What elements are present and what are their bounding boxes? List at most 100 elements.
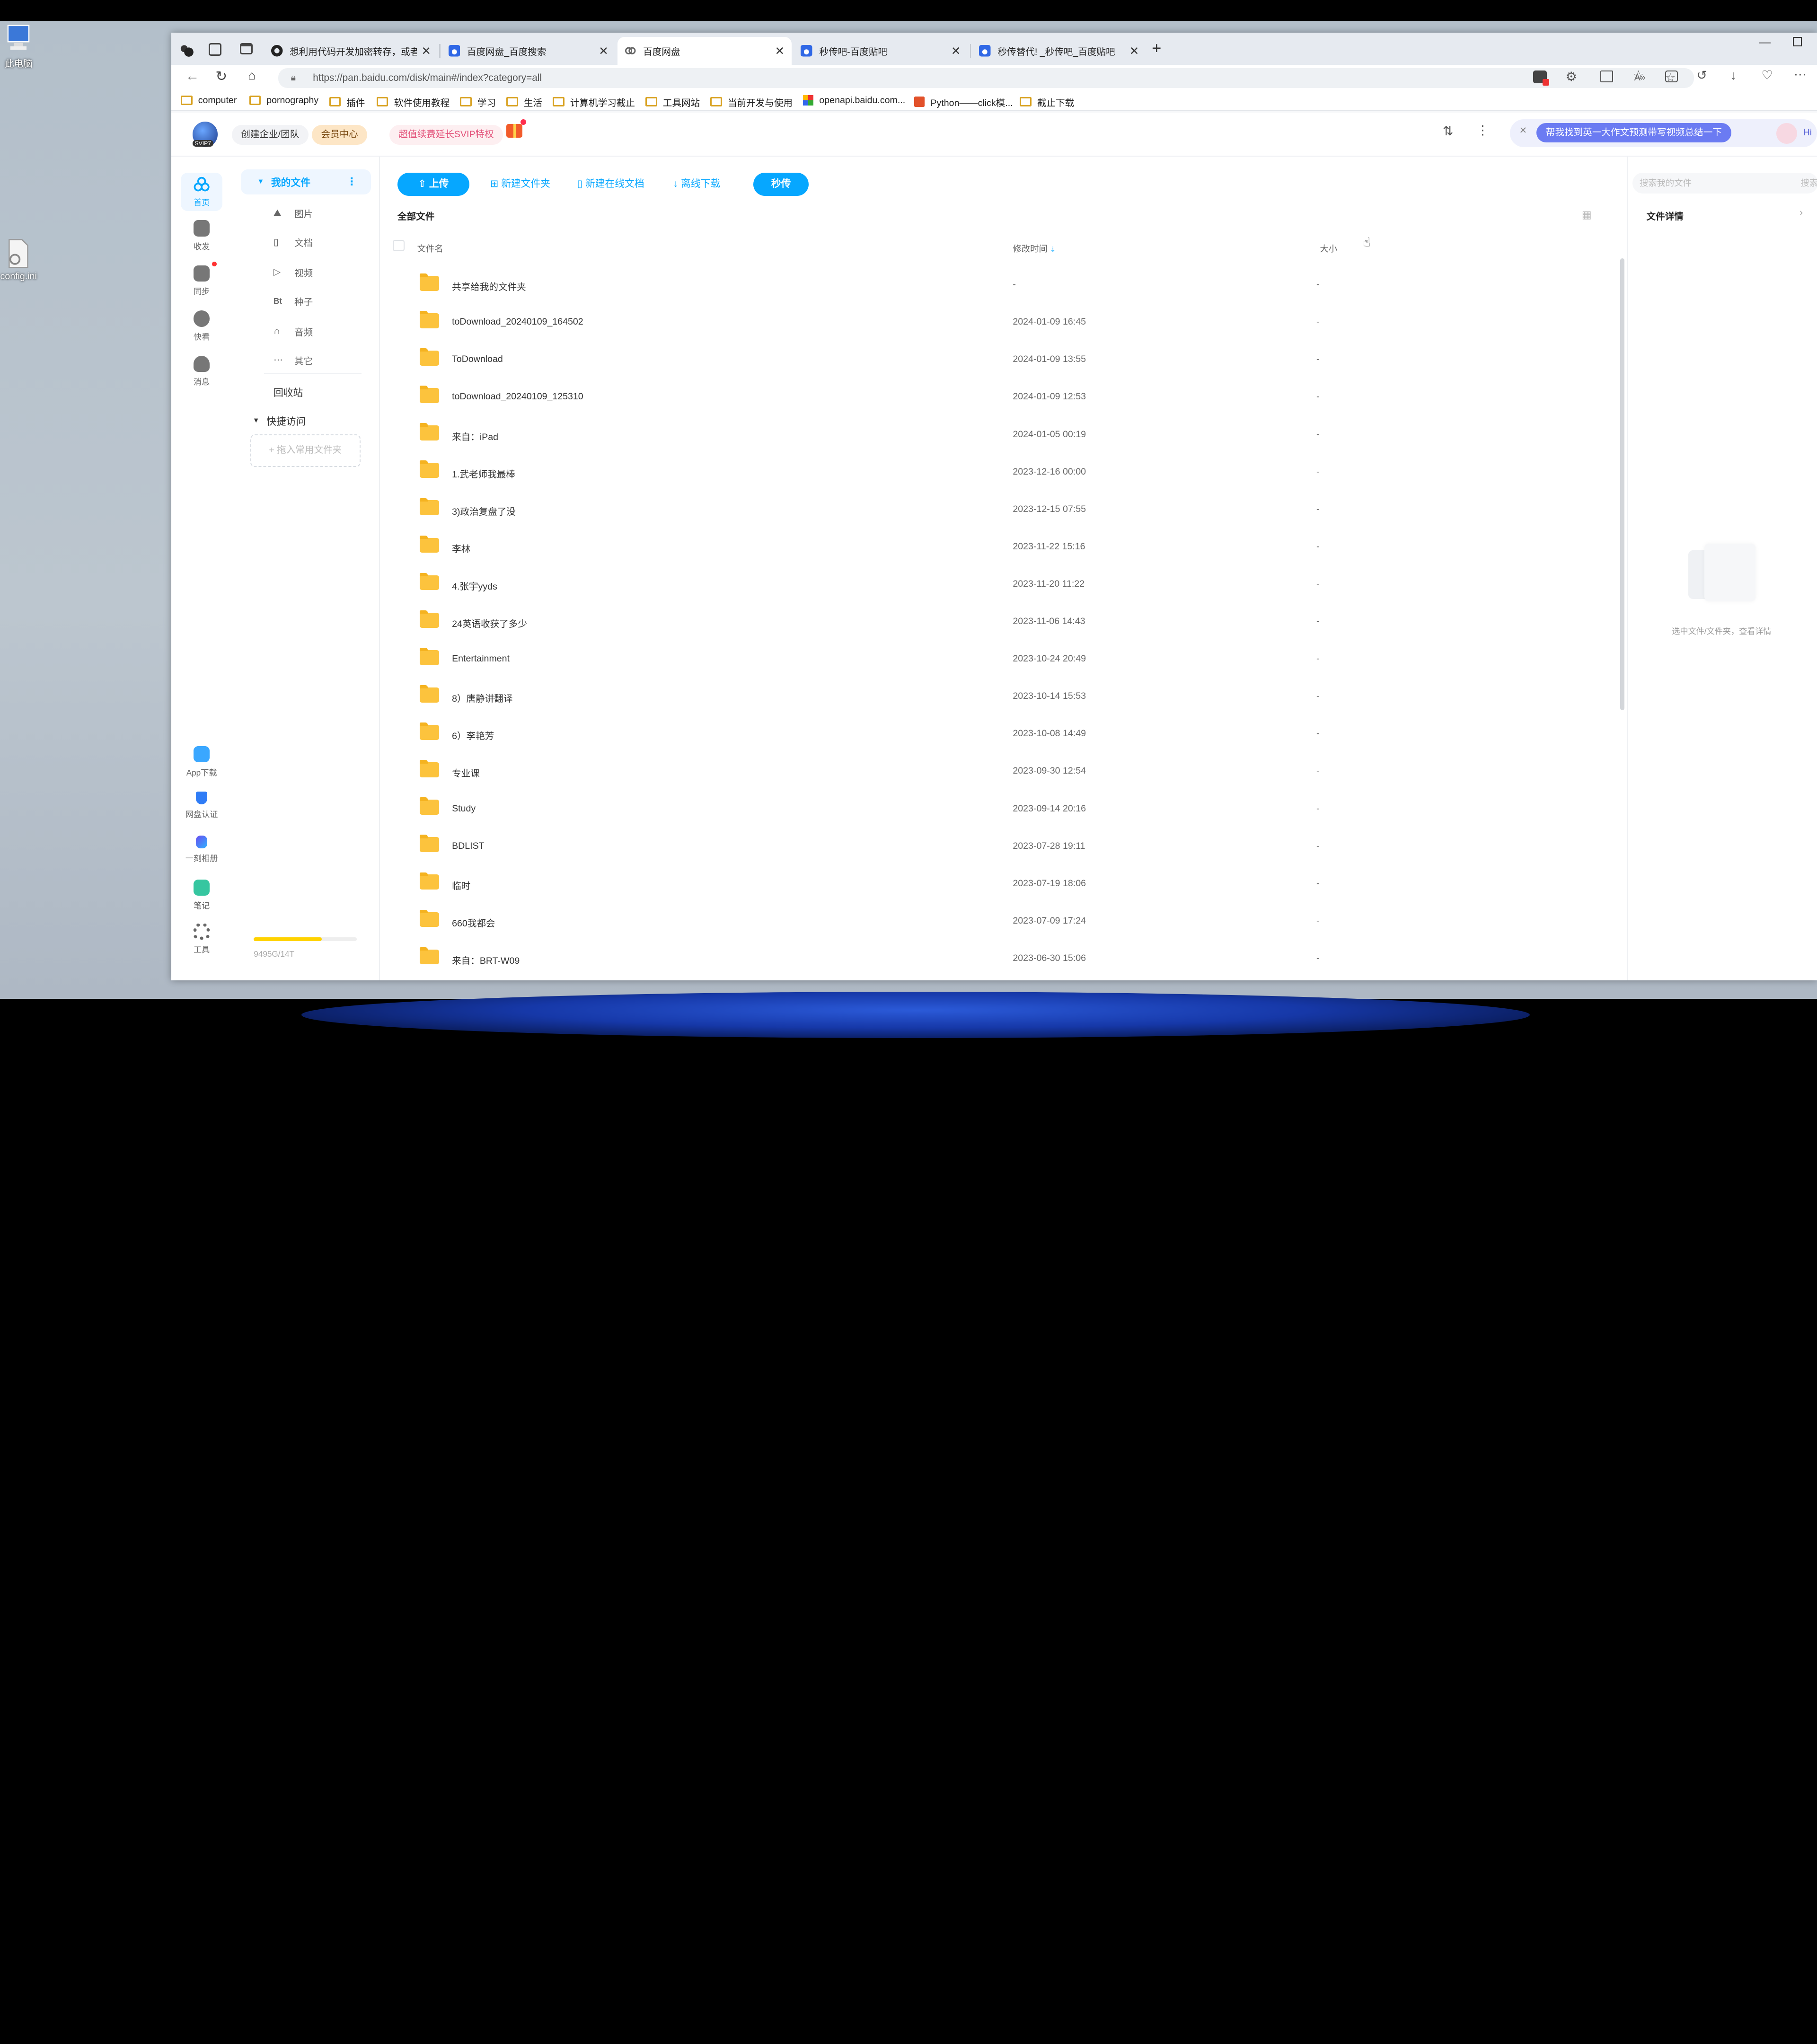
create-team-button[interactable]: 创建企业/团队 [231,125,309,145]
scrollbar[interactable] [1620,258,1625,711]
tab-tieba[interactable]: 秒传吧-百度贴吧 ✕ [794,37,968,65]
rail-transfer[interactable]: 收发 [181,220,222,252]
table-row[interactable]: 3)政治复盘了没 2023-12-15 07:55 - [380,490,1620,527]
bookmark-folder[interactable]: 学习 [460,95,496,109]
transfer-list-icon[interactable]: ⇅ [1443,124,1454,139]
column-header-name[interactable]: 文件名 [417,242,443,255]
file-name[interactable]: 24英语收获了多少 [452,616,527,630]
table-row[interactable]: 8）唐静讲翻译 2023-10-14 15:53 - [380,677,1620,714]
sidebar-quick-access[interactable]: ▼ 快捷访问 [253,414,392,428]
file-name[interactable]: toDownload_20240109_125310 [452,391,583,402]
file-name[interactable]: 李林 [452,541,470,555]
desktop-icon-computer[interactable]: 此电脑 [0,23,42,70]
chevron-right-icon[interactable]: › [1799,206,1803,219]
bookmark-folder[interactable]: 计算机学习截止 [553,95,635,109]
bookmark-folder[interactable]: 插件 [329,95,365,109]
sidebar-my-files[interactable]: ▼ 我的文件 ⋮ [241,169,371,195]
table-row[interactable]: 4.张宇yyds 2023-11-20 11:22 - [380,565,1620,602]
table-row[interactable]: 专业课 2023-09-30 12:54 - [380,752,1620,789]
file-name[interactable]: 4.张宇yyds [452,579,497,592]
favorites-icon[interactable]: ☆ [1633,68,1644,83]
rail-home[interactable]: 首页 [181,172,223,211]
close-icon[interactable]: ✕ [421,44,431,58]
minimize-button[interactable]: — [1759,36,1771,49]
tab-baidu-search[interactable]: 百度网盘_百度搜索 ✕ [441,37,615,65]
bookmark-folder[interactable]: 工具网站 [645,95,700,109]
table-row[interactable]: 6）李艳芳 2023-10-08 14:49 - [380,714,1620,751]
bookmark-folder[interactable]: 生活 [506,95,542,109]
performance-icon[interactable]: ♡ [1761,68,1773,83]
extension-icon[interactable] [1533,70,1550,86]
file-name[interactable]: 8）唐静讲翻译 [452,691,512,705]
rail-messages[interactable]: 消息 [181,355,222,388]
bookmark-folder[interactable]: 软件使用教程 [376,95,450,109]
file-name[interactable]: toDownload_20240109_164502 [452,317,583,327]
bookmark-folder[interactable]: computer [181,95,237,106]
upload-button[interactable]: ⇧ 上传 [397,172,469,196]
file-name[interactable]: 来自：iPad [452,429,498,443]
desktop-icon-config[interactable]: config.ini [0,238,42,282]
view-mode-icon[interactable]: ▦ [1582,209,1592,221]
table-row[interactable]: 来自：iPad 2024-01-05 00:19 - [380,415,1620,452]
home-button[interactable]: ⌂ [248,68,256,83]
file-name[interactable]: ToDownload [452,354,503,365]
file-name[interactable]: 1.武老师我最棒 [452,467,515,480]
new-folder-button[interactable]: ⊞ 新建文件夹 [490,173,550,196]
more-vertical-icon[interactable]: ⋮ [346,176,357,188]
column-header-time[interactable]: 修改时间 ⇣ [1013,242,1056,255]
offline-download-button[interactable]: ↓ 离线下载 [673,173,720,196]
rail-sync[interactable]: 同步 [181,262,222,297]
file-name[interactable]: 来自：BRT-W09 [452,953,520,967]
file-name[interactable]: Study [452,803,476,814]
history-icon[interactable]: ↺ [1696,68,1707,83]
select-all-checkbox[interactable] [393,239,405,252]
file-name[interactable]: 共享给我的文件夹 [452,279,526,293]
file-name[interactable]: 6）李艳芳 [452,728,494,742]
vertical-tabs-icon[interactable] [239,43,253,55]
maximize-button[interactable] [1792,37,1802,46]
table-row[interactable]: BDLIST 2023-07-28 19:11 - [380,827,1620,863]
search-input[interactable]: 搜索我的文件 搜索 [1632,172,1817,194]
close-icon[interactable]: ✕ [951,44,961,58]
more-options-icon[interactable]: ⋮ [1476,123,1489,138]
bookmark-folder[interactable]: 截止下载 [1020,95,1074,109]
bookmark-link[interactable]: Python——click模... [914,95,1013,109]
gift-icon[interactable] [506,119,526,138]
collections-icon[interactable] [1665,70,1678,82]
tab-github[interactable]: 想利用代码开发加密转存，或者 ✕ [264,37,438,65]
table-row[interactable]: 共享给我的文件夹 - - [380,265,1620,302]
tab-tieba-2[interactable]: 秒传替代! _秒传吧_百度贴吧 ✕ [972,37,1146,65]
close-icon[interactable]: ✕ [599,44,609,58]
table-row[interactable]: ToDownload 2024-01-09 13:55 - [380,340,1620,377]
table-row[interactable]: 来自：BRT-W09 2023-06-30 15:06 - [380,939,1620,976]
new-tab-button[interactable]: + [1152,39,1161,58]
new-doc-button[interactable]: ▯ 新建在线文档 [577,173,644,196]
back-button[interactable]: ← [185,68,199,84]
file-name[interactable]: 临时 [452,878,470,892]
profile-icon[interactable] [178,42,194,57]
url-bar[interactable]: 🔒︎ https://pan.baidu.com/disk/main#/inde… [278,68,1694,88]
bookmark-link[interactable]: openapi.baidu.com... [803,95,905,106]
file-name[interactable]: 660我都会 [452,916,495,929]
workspaces-icon[interactable] [208,43,221,56]
file-name[interactable]: Entertainment [452,653,510,664]
file-name[interactable]: 3)政治复盘了没 [452,504,516,518]
rapid-upload-button[interactable]: 秒传 [753,172,809,196]
table-row[interactable]: toDownload_20240109_164502 2024-01-09 16:… [380,303,1620,340]
file-name[interactable]: 专业课 [452,766,480,779]
table-row[interactable]: 李林 2023-11-22 15:16 - [380,528,1620,564]
rail-notes[interactable]: 笔记 [181,879,222,911]
column-header-size[interactable]: 大小 [1320,242,1337,255]
table-row[interactable]: toDownload_20240109_125310 2024-01-09 12:… [380,378,1620,414]
split-screen-icon[interactable] [1600,70,1613,82]
tab-baidu-netdisk[interactable]: 百度网盘 ✕ [617,37,792,65]
rail-tools[interactable]: 工具 [181,923,222,955]
svip-promo-link[interactable]: 超值续费延长SVIP特权 [389,125,503,145]
table-row[interactable]: 24英语收获了多少 2023-11-06 14:43 - [380,602,1620,639]
more-menu-icon[interactable]: ⋯ [1794,67,1807,82]
table-row[interactable]: Entertainment 2023-10-24 20:49 - [380,640,1620,677]
bookmark-folder[interactable]: pornography [249,95,318,106]
table-row[interactable]: Study 2023-09-14 20:16 - [380,789,1620,826]
table-row[interactable]: 临时 2023-07-19 18:06 - [380,864,1620,901]
rail-verify[interactable]: 网盘认证 [181,791,222,819]
